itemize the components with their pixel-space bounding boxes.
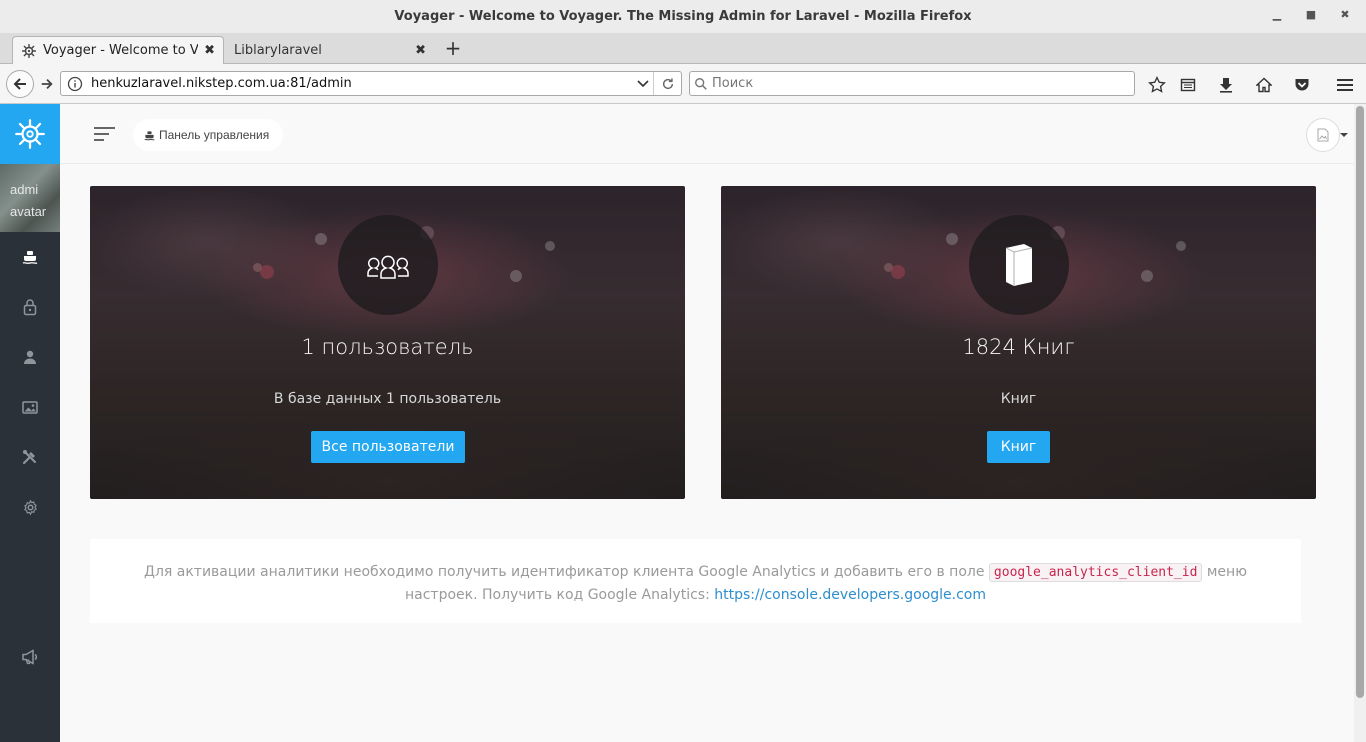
sidebar-item-settings[interactable] <box>0 482 60 532</box>
download-icon[interactable] <box>1215 74 1237 96</box>
hamburger-icon[interactable] <box>94 126 116 142</box>
scrollbar-thumb[interactable] <box>1356 106 1364 698</box>
users-icon <box>367 255 409 279</box>
avatar-alt-text: admi <box>10 182 39 197</box>
home-icon[interactable] <box>1253 74 1275 96</box>
tab-label: Liblarylaravel <box>234 42 322 58</box>
brand-logo[interactable] <box>0 104 60 164</box>
users-card-title: 1 пользователь <box>301 335 474 359</box>
analytics-notice: Для активации аналитики необходимо получ… <box>90 539 1301 623</box>
google-console-link[interactable]: https://console.developers.google.com <box>714 587 986 603</box>
boat-icon <box>144 130 155 141</box>
close-tab-icon[interactable]: ✖ <box>415 43 426 58</box>
avatar-alt-text: avatar <box>10 204 47 219</box>
sidebar-item-media[interactable] <box>0 382 60 432</box>
reading-list-icon[interactable] <box>1177 74 1199 96</box>
users-card: 1 пользователь В базе данных 1 пользоват… <box>90 186 685 499</box>
window-controls: ▁ ■ ✖ <box>1270 8 1352 21</box>
close-tab-icon[interactable]: ✖ <box>204 43 215 58</box>
menu-icon[interactable] <box>1334 74 1356 96</box>
forward-button[interactable] <box>38 75 56 93</box>
analytics-config-key: google_analytics_client_id <box>988 563 1203 582</box>
search-bar[interactable] <box>689 71 1135 96</box>
images-icon <box>22 401 38 414</box>
main-content: Панель управления 1 пользователь В базе … <box>60 104 1354 742</box>
nav-toolbar: henkuzlaravel.nikstep.com.ua:81/admin <box>0 64 1366 104</box>
sidebar-item-roles[interactable] <box>0 282 60 332</box>
lock-icon <box>23 299 37 316</box>
arrow-left-icon <box>13 78 26 90</box>
tab-bar: Voyager - Welcome to Voyager. The Missin… <box>0 33 1366 64</box>
sidebar-item-users[interactable] <box>0 332 60 382</box>
tools-icon <box>22 450 36 465</box>
books-card-title: 1824 Книг <box>962 335 1075 359</box>
caret-down-icon[interactable] <box>1340 133 1348 137</box>
arrow-right-icon <box>41 79 53 89</box>
helm-icon <box>21 43 37 59</box>
books-card-description: Книг <box>1000 391 1037 407</box>
breadcrumb[interactable]: Панель управления <box>133 119 284 151</box>
admin-topbar: Панель управления <box>60 104 1354 164</box>
tab-label: Voyager - Welcome to Voyager. The Missin… <box>43 43 198 58</box>
admin-sidebar: admi avatar <box>0 104 60 742</box>
books-button[interactable]: Книг <box>987 431 1050 463</box>
sidebar-item-hooks[interactable] <box>0 632 60 682</box>
megaphone-icon <box>22 649 38 665</box>
breadcrumb-label: Панель управления <box>159 128 270 142</box>
tab-voyager[interactable]: Voyager - Welcome to Voyager. The Missin… <box>12 36 224 64</box>
page-scrollbar[interactable] <box>1354 104 1366 742</box>
helm-icon <box>15 119 45 149</box>
close-window-icon[interactable]: ✖ <box>1338 8 1352 21</box>
users-card-description: В базе данных 1 пользователь <box>273 391 502 407</box>
book-icon <box>1005 244 1033 286</box>
sidebar-item-dashboard[interactable] <box>0 232 60 282</box>
books-card-icon-badge <box>969 215 1069 315</box>
broken-image-icon <box>1317 128 1329 142</box>
back-button[interactable] <box>6 70 34 98</box>
search-icon <box>690 77 712 91</box>
books-card: 1824 Книг Книг Книг <box>721 186 1316 499</box>
maximize-icon[interactable]: ■ <box>1304 8 1318 21</box>
new-tab-button[interactable]: + <box>442 37 464 59</box>
url-bar[interactable]: henkuzlaravel.nikstep.com.ua:81/admin <box>60 71 682 96</box>
minimize-icon[interactable]: ▁ <box>1270 8 1284 21</box>
chevron-down-icon[interactable] <box>633 79 653 88</box>
search-input[interactable] <box>712 76 1112 91</box>
reload-icon[interactable] <box>653 72 681 95</box>
bookmark-star-icon[interactable] <box>1146 74 1168 96</box>
sidebar-item-tools[interactable] <box>0 432 60 482</box>
boat-icon <box>22 251 38 264</box>
users-card-icon-badge <box>338 215 438 315</box>
all-users-button[interactable]: Все пользователи <box>311 431 465 463</box>
window-titlebar: Voyager - Welcome to Voyager. The Missin… <box>0 0 1366 33</box>
url-text[interactable]: henkuzlaravel.nikstep.com.ua:81/admin <box>89 76 633 91</box>
sidebar-user-avatar[interactable]: admi avatar <box>0 164 60 232</box>
pocket-icon[interactable] <box>1291 74 1313 96</box>
tab-liblarylaravel[interactable]: Liblarylaravel ✖ <box>226 36 434 64</box>
info-icon[interactable] <box>61 76 89 92</box>
analytics-text: Для активации аналитики необходимо получ… <box>144 564 985 580</box>
window-title: Voyager - Welcome to Voyager. The Missin… <box>394 9 972 24</box>
settings-icon <box>23 499 37 515</box>
user-avatar[interactable] <box>1306 118 1340 152</box>
person-icon <box>24 350 36 364</box>
